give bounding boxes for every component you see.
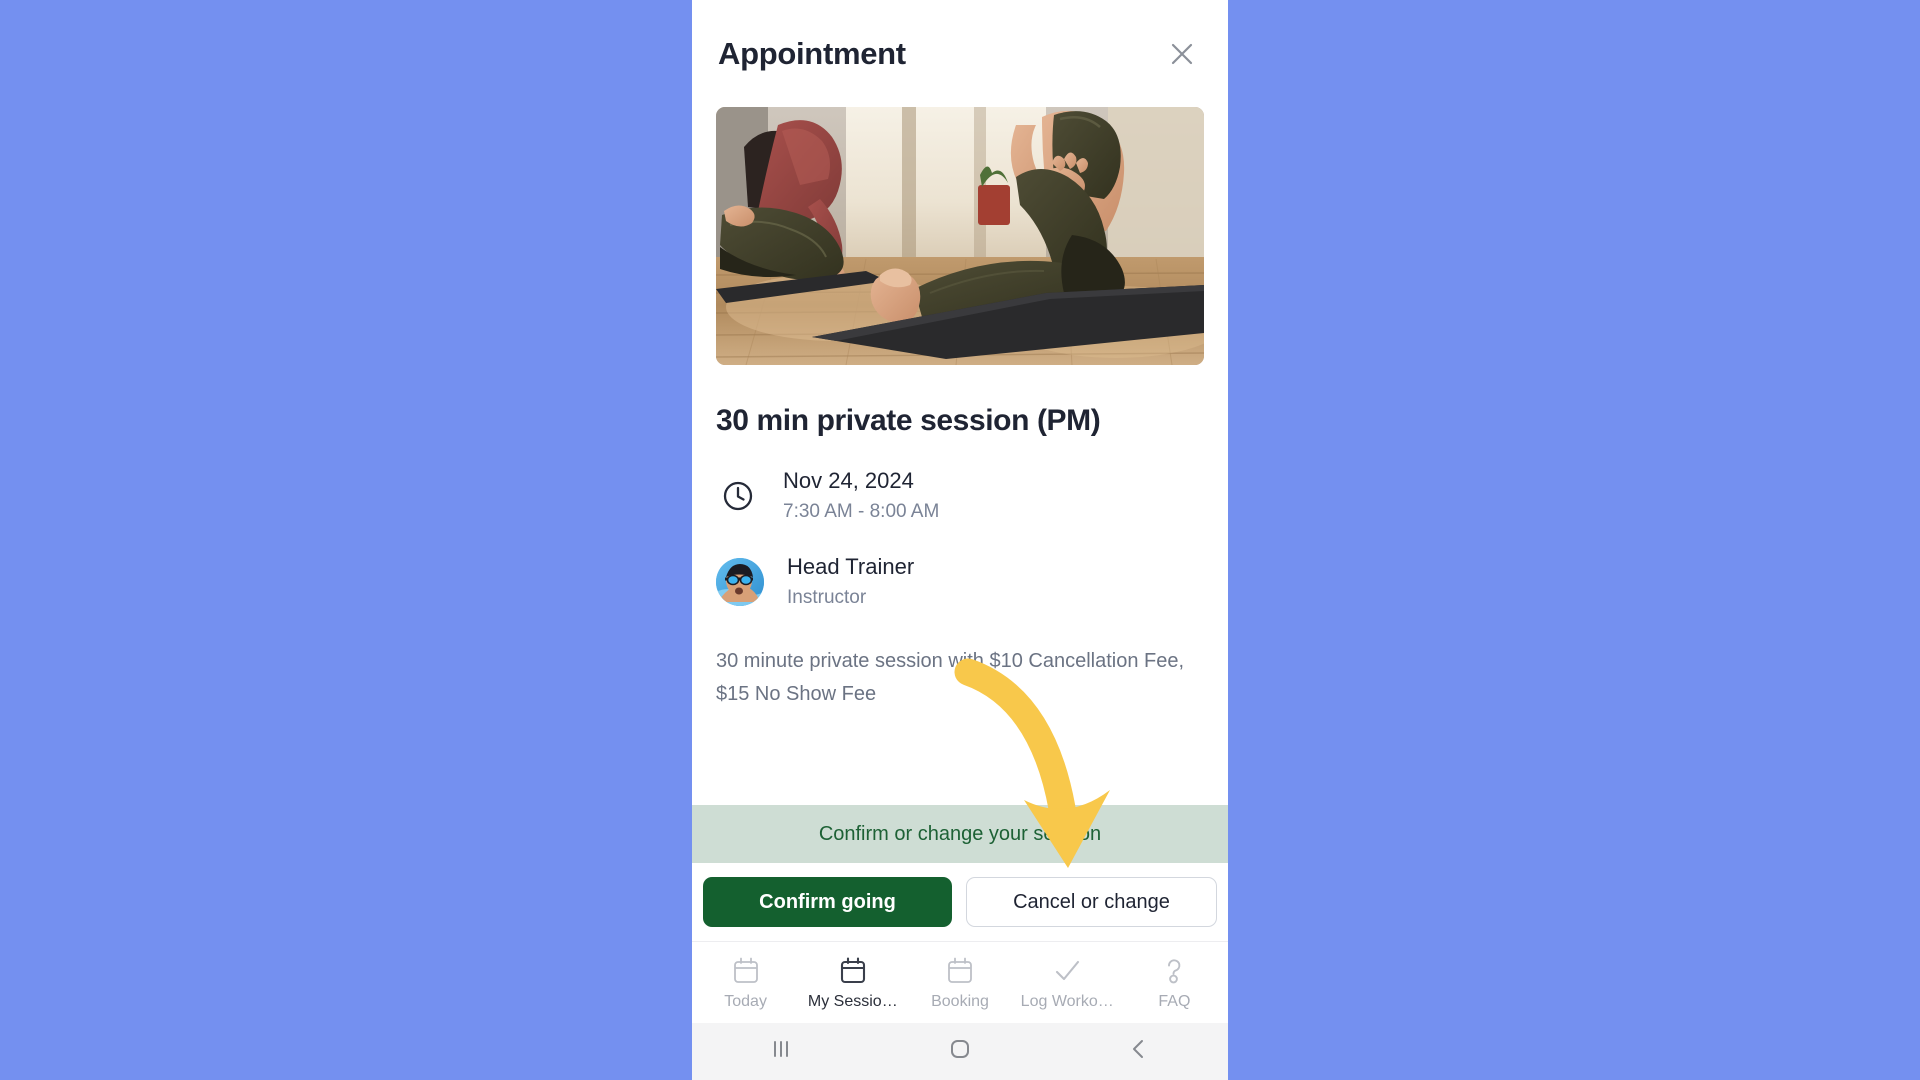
bottom-navigation: Today My Sessio… Booking Log Worko… FAQ: [692, 941, 1228, 1023]
avatar: [716, 557, 764, 606]
nav-item-my-sessions[interactable]: My Sessio…: [799, 955, 906, 1011]
check-icon: [1052, 955, 1082, 987]
nav-item-log-workout[interactable]: Log Worko…: [1014, 955, 1121, 1011]
yoga-stretching-photo: [716, 107, 1204, 365]
modal-body: 30 min private session (PM) Nov 24, 2024…: [692, 107, 1228, 805]
nav-label: My Sessio…: [807, 992, 898, 1010]
instructor-row[interactable]: Head Trainer Instructor: [716, 552, 1204, 611]
nav-item-today[interactable]: Today: [692, 955, 799, 1011]
calendar-icon: [838, 955, 868, 987]
datetime-row: Nov 24, 2024 7:30 AM - 8:00 AM: [716, 466, 1204, 525]
calendar-icon: [945, 955, 975, 987]
instructor-name: Head Trainer: [787, 554, 915, 580]
phone-screen: Appointment 30 min private session (PM) …: [692, 0, 1228, 1080]
session-title: 30 min private session (PM): [716, 404, 1101, 437]
close-button[interactable]: [1162, 34, 1202, 74]
status-banner: Confirm or change your session: [692, 805, 1228, 863]
session-description: 30 minute private session with $10 Cance…: [716, 650, 1185, 705]
modal-header: Appointment: [692, 0, 1228, 107]
question-mark-icon: [1159, 955, 1189, 987]
action-bar: Confirm going Cancel or change: [692, 863, 1228, 941]
recents-icon: [768, 1036, 794, 1067]
back-button[interactable]: [1049, 1036, 1228, 1067]
recents-button[interactable]: [692, 1036, 871, 1067]
back-icon: [1126, 1036, 1152, 1067]
nav-item-faq[interactable]: FAQ: [1121, 955, 1228, 1011]
nav-item-booking[interactable]: Booking: [906, 955, 1013, 1011]
clock-icon: [716, 474, 760, 518]
instructor-role: Instructor: [787, 586, 867, 608]
appointment-time: 7:30 AM - 8:00 AM: [783, 500, 940, 522]
nav-label: Booking: [931, 992, 989, 1010]
close-icon: [1169, 41, 1195, 67]
appointment-date: Nov 24, 2024: [783, 468, 914, 493]
confirm-going-button[interactable]: Confirm going: [703, 877, 952, 927]
hero-image: [716, 107, 1204, 365]
page-title: Appointment: [718, 35, 906, 71]
cancel-or-change-button[interactable]: Cancel or change: [966, 877, 1217, 927]
home-button[interactable]: [871, 1036, 1050, 1067]
nav-label: FAQ: [1158, 992, 1191, 1010]
calendar-icon: [731, 955, 761, 987]
nav-label: Log Worko…: [1020, 992, 1114, 1010]
nav-label: Today: [724, 992, 767, 1010]
android-system-bar: [692, 1023, 1228, 1080]
home-icon: [947, 1036, 973, 1067]
